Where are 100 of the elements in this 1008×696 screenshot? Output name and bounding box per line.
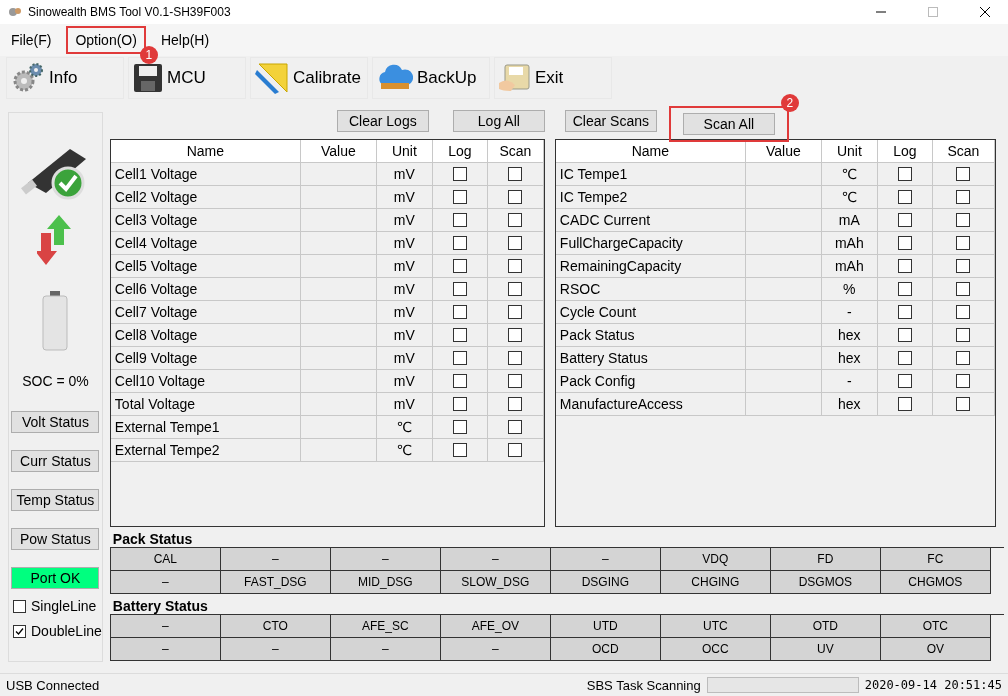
status-button[interactable]: Curr Status xyxy=(11,450,100,472)
checkbox[interactable] xyxy=(956,236,971,250)
column-header: Scan xyxy=(487,140,544,162)
checkbox[interactable] xyxy=(897,213,912,227)
toolbar-button[interactable]: Calibrate xyxy=(250,57,368,99)
status-flag-cell: CTO xyxy=(220,615,331,638)
toolbar-button[interactable]: Info xyxy=(6,57,124,99)
status-button[interactable]: Pow Status xyxy=(11,528,100,550)
checkbox[interactable] xyxy=(508,443,523,457)
column-header: Unit xyxy=(376,140,433,162)
status-flag-cell: UV xyxy=(770,638,881,661)
table-cell: Cell5 Voltage xyxy=(110,255,301,277)
port-status-button[interactable]: Port OK xyxy=(11,567,100,589)
checkbox[interactable] xyxy=(956,328,971,342)
action-button[interactable]: Clear Scans xyxy=(564,110,657,132)
checkbox[interactable] xyxy=(508,190,523,204)
checkbox[interactable] xyxy=(897,328,912,342)
checkbox[interactable] xyxy=(452,328,467,342)
checkbox[interactable] xyxy=(508,351,523,365)
table-cell: RSOC xyxy=(555,278,746,300)
checkbox[interactable] xyxy=(452,236,467,250)
checkbox[interactable] xyxy=(956,351,971,365)
checkbox[interactable] xyxy=(452,420,467,434)
status-button[interactable]: Temp Status xyxy=(11,489,100,511)
column-header: Log xyxy=(432,140,488,162)
checkbox[interactable] xyxy=(897,190,912,204)
close-icon[interactable] xyxy=(980,7,990,17)
checkbox[interactable] xyxy=(508,397,523,411)
status-flag-cell: – xyxy=(110,615,221,638)
checkbox[interactable] xyxy=(956,397,971,411)
status-flag-cell: OTD xyxy=(770,615,881,638)
checkbox[interactable] xyxy=(452,259,467,273)
table-cell: External Tempe2 xyxy=(110,439,301,461)
checkbox[interactable] xyxy=(508,420,523,434)
checkbox[interactable] xyxy=(452,305,467,319)
status-flag-cell: FC xyxy=(880,548,991,571)
checkbox[interactable] xyxy=(897,259,912,273)
table-cell: mAh xyxy=(821,255,878,277)
battery-icon xyxy=(42,291,69,351)
toolbar-button[interactable]: Exit xyxy=(494,57,612,99)
checkbox[interactable] xyxy=(897,236,912,250)
checkbox[interactable] xyxy=(508,305,523,319)
checkbox[interactable] xyxy=(452,282,467,296)
checkbox[interactable] xyxy=(508,213,523,227)
checkbox[interactable] xyxy=(508,374,523,388)
status-flag-cell: OTC xyxy=(880,615,991,638)
checkbox[interactable] xyxy=(452,213,467,227)
table-cell: Cell3 Voltage xyxy=(110,209,301,231)
checkbox[interactable] xyxy=(452,190,467,204)
checkbox[interactable] xyxy=(956,213,971,227)
checkbox[interactable] xyxy=(956,190,971,204)
checkbox[interactable] xyxy=(956,167,971,181)
menu-item[interactable]: File(F) xyxy=(2,26,61,54)
checkbox[interactable] xyxy=(508,282,523,296)
checkbox[interactable] xyxy=(956,259,971,273)
checkbox[interactable] xyxy=(897,397,912,411)
step-badge: 2 xyxy=(780,94,799,112)
status-button[interactable]: Volt Status xyxy=(11,411,100,433)
column-header: Name xyxy=(110,140,301,162)
checkbox-label: SingleLine xyxy=(31,598,97,614)
checkbox[interactable] xyxy=(956,282,971,296)
checkbox[interactable] xyxy=(897,167,912,181)
status-flag-cell: FAST_DSG xyxy=(220,571,331,594)
checkbox[interactable] xyxy=(508,259,523,273)
status-flag-cell: UTD xyxy=(550,615,661,638)
checkbox[interactable] xyxy=(452,374,467,388)
table-cell: ℃ xyxy=(376,439,433,461)
status-flag-cell: OCD xyxy=(550,638,661,661)
checkbox[interactable] xyxy=(13,599,26,613)
action-button[interactable]: Log All xyxy=(452,110,545,132)
checkbox[interactable] xyxy=(508,328,523,342)
action-button[interactable]: Scan All xyxy=(682,113,775,135)
checkbox[interactable] xyxy=(452,351,467,365)
section-title: Battery Status xyxy=(112,598,209,614)
app-icon xyxy=(8,6,22,18)
checkbox[interactable] xyxy=(452,397,467,411)
action-button[interactable]: Clear Logs xyxy=(336,110,429,132)
table-cell: % xyxy=(821,278,878,300)
checkbox[interactable] xyxy=(452,167,467,181)
checkbox[interactable] xyxy=(897,351,912,365)
checkbox[interactable] xyxy=(508,236,523,250)
table-cell: hex xyxy=(821,324,878,346)
column-header: Value xyxy=(300,140,377,162)
checkbox[interactable] xyxy=(956,374,971,388)
table-cell: Cell8 Voltage xyxy=(110,324,301,346)
toolbar-button[interactable]: BackUp xyxy=(372,57,490,99)
table-cell: mV xyxy=(376,347,433,369)
column-header: Unit xyxy=(821,140,878,162)
table-cell: mV xyxy=(376,232,433,254)
checkbox[interactable] xyxy=(897,374,912,388)
checkbox[interactable] xyxy=(897,305,912,319)
section-title: Pack Status xyxy=(112,531,194,547)
table-cell: External Tempe1 xyxy=(110,416,301,438)
checkbox[interactable] xyxy=(452,443,467,457)
table-cell: mV xyxy=(376,186,433,208)
checkbox[interactable] xyxy=(13,624,26,638)
checkbox[interactable] xyxy=(956,305,971,319)
checkbox[interactable] xyxy=(508,167,523,181)
status-flag-cell: CHGING xyxy=(660,571,771,594)
checkbox[interactable] xyxy=(897,282,912,296)
